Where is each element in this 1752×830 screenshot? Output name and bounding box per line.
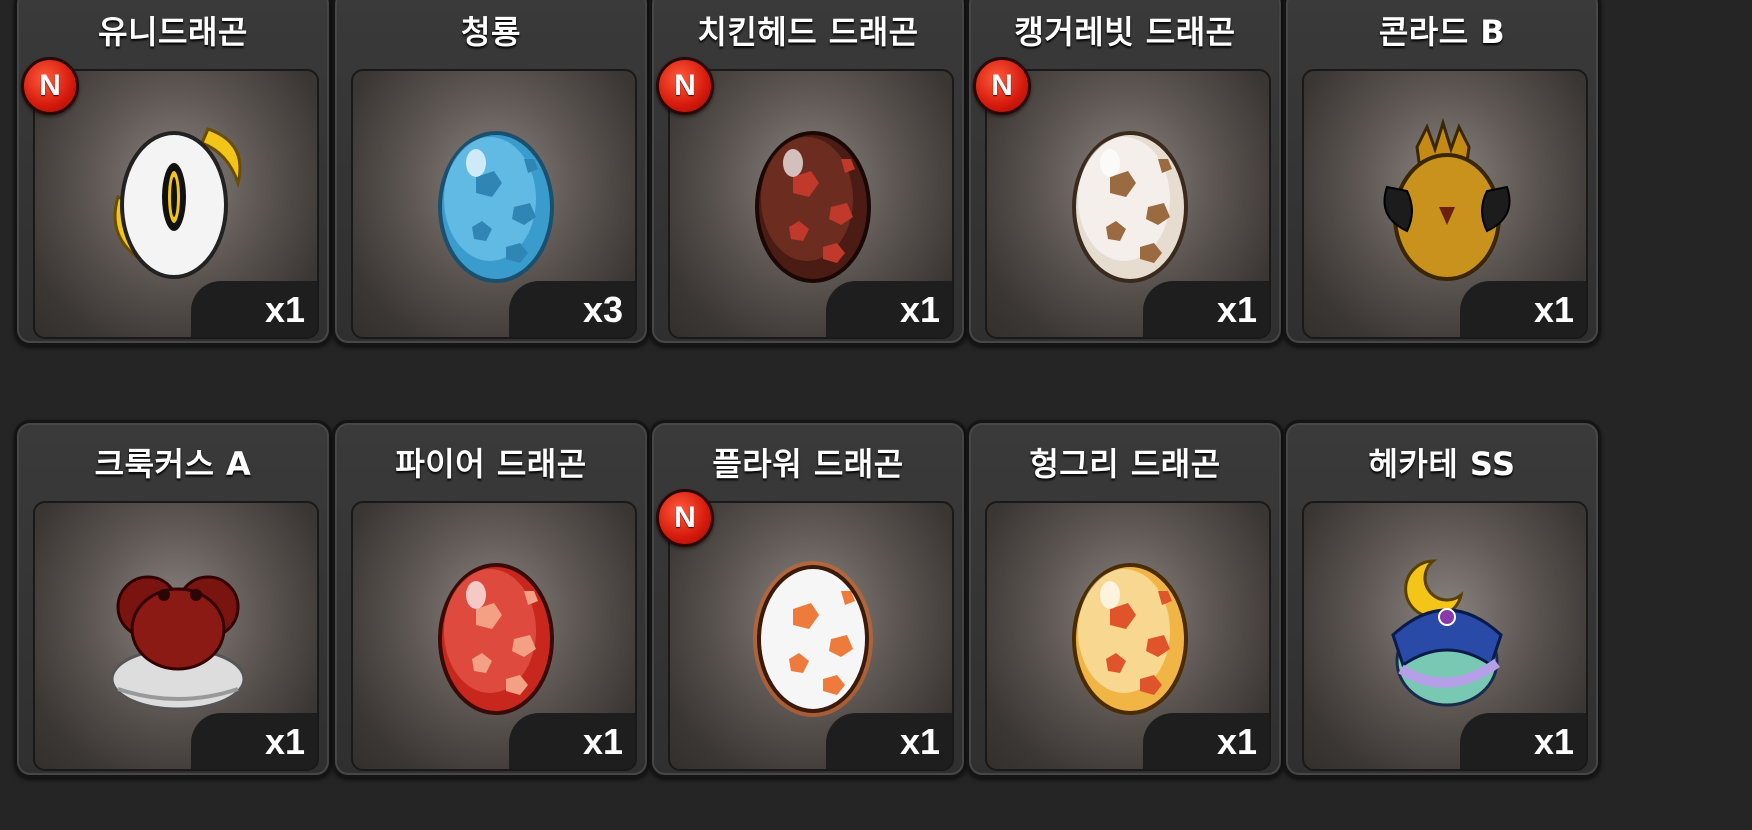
quantity-label: x1 bbox=[826, 713, 952, 769]
new-badge-icon: N bbox=[656, 489, 714, 547]
egg-name: 플라워 드래곤 bbox=[712, 445, 904, 483]
egg-card[interactable]: 콘라드 B x1 bbox=[1283, 0, 1601, 346]
egg-card[interactable]: 파이어 드래곤 x1 bbox=[332, 420, 650, 778]
fire-dragon-egg-icon bbox=[406, 539, 586, 719]
egg-slot: x1 bbox=[33, 501, 319, 771]
quantity-label: x1 bbox=[191, 281, 317, 337]
flower-dragon-egg-icon bbox=[723, 539, 903, 719]
egg-inventory-grid: 유니드래곤 x1N청룡 x3치킨헤드 드래곤 x1N캥거레빗 드래곤 bbox=[0, 0, 1752, 830]
egg-name: 캥거레빗 드래곤 bbox=[1014, 13, 1236, 51]
egg-name: 파이어 드래곤 bbox=[395, 445, 587, 483]
egg-name: 유니드래곤 bbox=[98, 13, 248, 51]
egg-name: 콘라드 B bbox=[1378, 13, 1506, 51]
quantity-label: x3 bbox=[509, 281, 635, 337]
new-badge-icon: N bbox=[973, 57, 1031, 115]
egg-card[interactable]: 치킨헤드 드래곤 x1 N bbox=[649, 0, 967, 346]
egg-slot: x1 bbox=[985, 69, 1271, 339]
egg-slot: x1 bbox=[33, 69, 319, 339]
quantity-label: x1 bbox=[1143, 281, 1269, 337]
hecate-egg-icon bbox=[1357, 539, 1537, 719]
quantity-label: x1 bbox=[1143, 713, 1269, 769]
quantity-label: x1 bbox=[826, 281, 952, 337]
egg-name: 헝그리 드래곤 bbox=[1029, 445, 1221, 483]
egg-name: 치킨헤드 드래곤 bbox=[697, 13, 919, 51]
egg-name: 헤카테 SS bbox=[1368, 445, 1516, 483]
egg-slot: x3 bbox=[351, 69, 637, 339]
egg-card[interactable]: 캥거레빗 드래곤 x1 N bbox=[966, 0, 1284, 346]
egg-slot: x1 bbox=[351, 501, 637, 771]
hungry-dragon-egg-icon bbox=[1040, 539, 1220, 719]
egg-slot: x1 bbox=[1302, 69, 1588, 339]
quantity-label: x1 bbox=[509, 713, 635, 769]
conrad-egg-icon bbox=[1357, 107, 1537, 287]
egg-slot: x1 bbox=[1302, 501, 1588, 771]
uni-dragon-egg-icon bbox=[88, 107, 268, 287]
egg-card[interactable]: 헤카테 SS x1 bbox=[1283, 420, 1601, 778]
quantity-label: x1 bbox=[1460, 281, 1586, 337]
egg-name: 크룩커스 A bbox=[94, 445, 252, 483]
egg-slot: x1 bbox=[985, 501, 1271, 771]
crookus-egg-icon bbox=[88, 539, 268, 719]
egg-slot: x1 bbox=[668, 501, 954, 771]
chickenhead-dragon-egg-icon bbox=[723, 107, 903, 287]
egg-card[interactable]: 플라워 드래곤 x1 N bbox=[649, 420, 967, 778]
egg-card[interactable]: 청룡 x3 bbox=[332, 0, 650, 346]
kangarabbit-dragon-egg-icon bbox=[1040, 107, 1220, 287]
egg-card[interactable]: 유니드래곤 x1 N bbox=[14, 0, 332, 346]
blue-dragon-egg-icon bbox=[406, 107, 586, 287]
egg-name: 청룡 bbox=[461, 13, 521, 51]
new-badge-icon: N bbox=[656, 57, 714, 115]
egg-card[interactable]: 크룩커스 A x1 bbox=[14, 420, 332, 778]
new-badge-icon: N bbox=[21, 57, 79, 115]
egg-card[interactable]: 헝그리 드래곤 x1 bbox=[966, 420, 1284, 778]
egg-slot: x1 bbox=[668, 69, 954, 339]
quantity-label: x1 bbox=[191, 713, 317, 769]
quantity-label: x1 bbox=[1460, 713, 1586, 769]
